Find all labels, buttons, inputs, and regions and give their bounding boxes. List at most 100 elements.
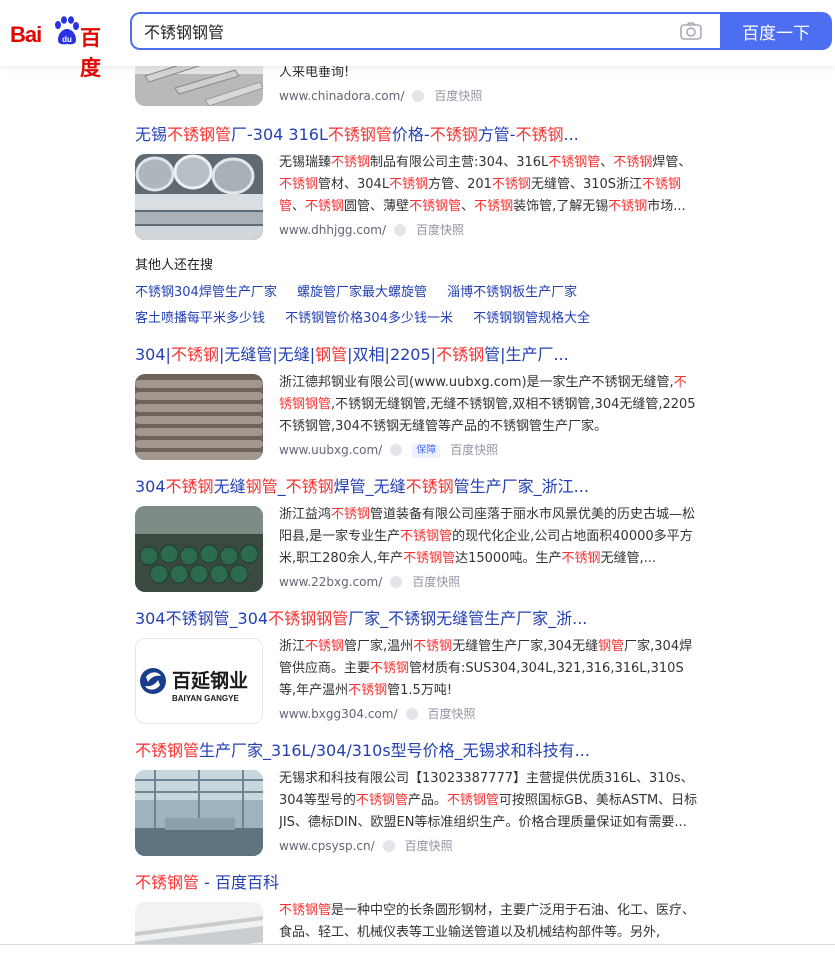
related-search-link[interactable]: 不锈钢钢管规格大全 [473,311,590,326]
text-segment: 管厂家,温州 [344,639,414,654]
result-title[interactable]: 304不锈钢无缝钢管_不锈钢焊管_无缝不锈钢管生产厂家_浙江... [135,476,705,498]
text-segment: ... [563,125,579,144]
related-search-link[interactable]: 不锈钢管价格304多少钱一米 [285,311,453,326]
kuaizhao-link[interactable]: 百度快照 [412,575,460,589]
highlight-text: 不锈钢 [389,177,429,192]
related-search-link[interactable]: 螺旋管厂家最大螺旋管 [297,285,427,300]
result-thumbnail[interactable] [135,374,263,460]
highlight-text: 不锈钢管 [409,199,462,214]
result-title[interactable]: 304|不锈钢|无缝管|无缝|钢管|双相|2205|不锈钢管|生产厂... [135,344,705,366]
result-title[interactable]: 无锡不锈钢管厂-304 316L不锈钢管价格-不锈钢方管-不锈钢... [135,124,705,146]
search-button[interactable]: 百度一下 [720,12,832,50]
kuaizhao-link[interactable]: 百度快照 [434,89,482,103]
result-thumbnail[interactable]: 百延钢业 BAIYAN GANGYE [135,638,263,724]
steel-pipes-image [135,154,263,240]
text-segment: 无锡瑞臻 [279,155,332,170]
info-dot-icon[interactable] [412,90,425,102]
text-segment: 无锡 [135,125,168,144]
kuaizhao-link[interactable]: 百度快照 [450,443,498,457]
text-segment: 管材、304L [318,177,390,192]
kuaizhao-link[interactable]: 百度快照 [416,223,464,237]
logo-en-text: BAIYAN GANGYE [172,694,239,703]
workshop-image [135,770,263,856]
info-dot-icon[interactable] [382,840,395,852]
info-dot-icon[interactable] [394,224,407,236]
text-segment: |双相|2205| [347,345,437,364]
baidu-logo[interactable]: Bai du 百度 [10,12,120,80]
steel-pipe-image [135,902,263,944]
result-title[interactable]: 304不锈钢管_304不锈钢钢管厂家_不锈钢无缝管生产厂家_浙... [135,608,705,630]
result-thumbnail[interactable] [135,770,263,856]
highlight-text: 不锈钢 [331,507,371,522]
info-dot-icon[interactable] [390,444,403,456]
text-segment: 、 [461,199,475,214]
logo-latin: Bai [10,22,42,47]
logo-cn-text: 百延钢业 [172,670,248,692]
highlight-text: 不锈钢管 [279,903,332,918]
text-segment: 无缝管、310S浙江 [530,177,643,192]
highlight-text: 不锈钢 [436,345,485,364]
text-segment: 304 [135,477,166,496]
highlight-text: 不锈钢管 [446,793,499,808]
result-thumbnail[interactable] [135,154,263,240]
result-url[interactable]: www.bxgg304.com/ [279,707,398,721]
result-url[interactable]: www.22bxg.com/ [279,575,382,589]
text-segment: 方管- [477,125,516,144]
text-segment: 、 [600,155,614,170]
text-segment: ,不锈钢无缝钢管,无缝不锈钢管,双相不锈钢管,304无缝管,2205不锈钢管,3… [279,397,696,434]
highlight-text: 不锈钢管 [135,873,200,892]
paw-icon: du [55,16,79,45]
info-dot-icon[interactable] [405,708,418,720]
text-segment: 无缝管,... [600,551,656,566]
result-url[interactable]: www.chinadora.com/ [279,89,404,103]
search-input[interactable] [144,14,664,48]
text-segment: 、 [292,199,306,214]
result-thumbnail[interactable] [135,506,263,592]
header: Bai du 百度 百度一下 [0,0,835,80]
camera-icon[interactable] [680,22,702,40]
text-segment: 方管、201 [428,177,492,192]
text-segment: 无缝 [213,477,246,496]
text-segment: 厂家_不锈钢无缝管生产厂家_浙... [348,609,588,628]
result-abstract: 浙江不锈钢管厂家,温州不锈钢无缝管生产厂家,304无缝钢管厂家,304焊管供应商… [279,636,699,702]
highlight-text: 不锈钢 [331,155,371,170]
company-logo-image: 百延钢业 BAIYAN GANGYE [136,639,262,723]
text-segment: 厂-304 316L [231,125,328,144]
related-search-link[interactable]: 淄博不锈钢板生产厂家 [447,285,577,300]
text-segment: 浙江 [279,639,306,654]
result-url[interactable]: www.dhhjgg.com/ [279,223,386,237]
text-segment: 市场... [647,199,686,214]
related-search-link[interactable]: 客土喷播每平米多少钱 [135,311,265,326]
result-title[interactable]: 不锈钢管 - 百度百科 [135,872,705,894]
result-thumbnail[interactable] [135,902,263,944]
text-segment: 人来电垂询! [279,65,350,80]
related-searches-title: 其他人还在搜 [135,258,214,273]
highlight-text: 不锈钢管 [327,125,392,144]
highlight-text: 不锈钢 [561,551,601,566]
text-segment: 管|生产厂... [484,345,569,364]
text-segment: 装饰管,了解无锡 [513,199,609,214]
highlight-text: 不锈钢钢管 [268,609,349,628]
related-search-link[interactable]: 不锈钢304焊管生产厂家 [135,285,277,300]
guarantee-badge[interactable]: 保障 [412,444,441,458]
highlight-text: 不锈钢 [515,125,564,144]
highlight-text: 不锈钢管 [403,551,456,566]
kuaizhao-link[interactable]: 百度快照 [428,707,476,721]
text-segment: 是一种中空的长条圆形钢材，主要广泛用于石油、化工、医疗、食品、轻工、机械仪表等工… [279,903,696,940]
highlight-text: 不锈钢 [613,155,653,170]
info-dot-icon[interactable] [390,576,403,588]
related-searches: 其他人还在搜 不锈钢304焊管生产厂家 螺旋管厂家最大螺旋管 淄博不锈钢板生产厂… [135,256,735,332]
result-title[interactable]: 不锈钢管生产厂家_316L/304/310s型号价格_无锡求和科技有... [135,740,705,762]
bottom-divider [0,944,835,945]
text-segment: 达15000吨。生产 [455,551,562,566]
highlight-text: 不锈钢管 [135,741,200,760]
svg-text:du: du [62,35,72,44]
highlight-text: 不锈钢管 [167,125,232,144]
highlight-text: 不锈钢 [413,639,453,654]
result-url[interactable]: www.cpsysp.cn/ [279,839,375,853]
result-url[interactable]: www.uubxg.com/ [279,443,382,457]
result-abstract: 无锡求和科技有限公司【13023387777】主营提供优质316L、310s、3… [279,768,699,834]
result-abstract: 浙江德邦钢业有限公司(www.uubxg.com)是一家生产不锈钢无缝管,不锈钢… [279,372,699,438]
kuaizhao-link[interactable]: 百度快照 [405,839,453,853]
result-item: 304不锈钢无缝钢管_不锈钢焊管_无缝不锈钢管生产厂家_浙江... 浙江益鸿不锈… [135,476,705,592]
